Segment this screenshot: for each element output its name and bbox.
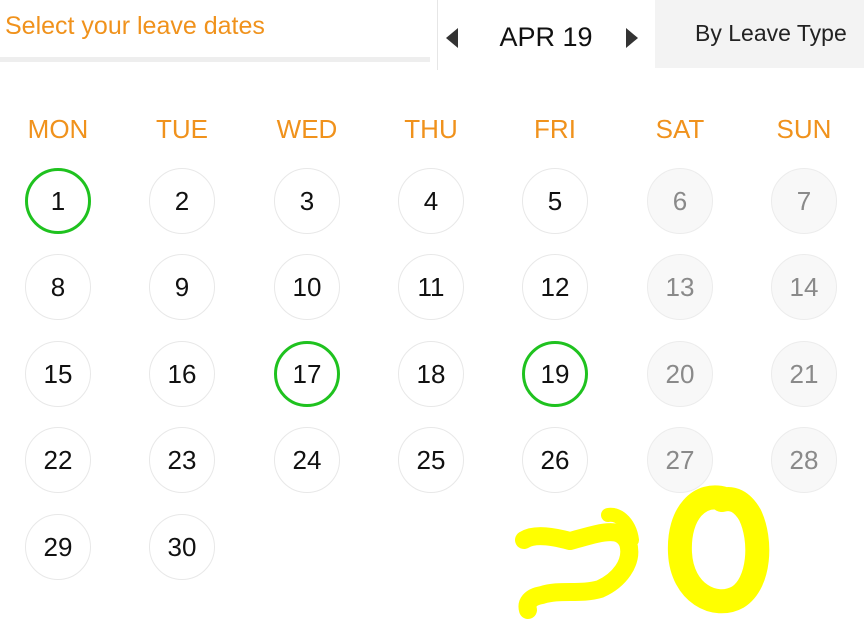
day-17[interactable]: 17 [274,341,340,407]
day-19[interactable]: 19 [522,341,588,407]
day-8[interactable]: 8 [25,254,91,320]
weekday-fri: FRI [534,114,576,144]
leave-dates-input[interactable]: Select your leave dates [0,0,430,62]
day-3[interactable]: 3 [274,168,340,234]
day-28[interactable]: 28 [771,427,837,493]
day-12[interactable]: 12 [522,254,588,320]
day-30[interactable]: 30 [149,514,215,580]
day-13[interactable]: 13 [647,254,713,320]
leave-dates-placeholder: Select your leave dates [5,12,265,40]
day-9[interactable]: 9 [149,254,215,320]
day-27[interactable]: 27 [647,427,713,493]
handwritten-20-annotation [515,485,770,619]
weekday-thu: THU [404,114,458,144]
day-5[interactable]: 5 [522,168,588,234]
day-14[interactable]: 14 [771,254,837,320]
weekday-tue: TUE [156,114,208,144]
day-26[interactable]: 26 [522,427,588,493]
day-20[interactable]: 20 [647,341,713,407]
day-15[interactable]: 15 [25,341,91,407]
day-29[interactable]: 29 [25,514,91,580]
day-7[interactable]: 7 [771,168,837,234]
weekday-sun: SUN [776,114,832,144]
day-6[interactable]: 6 [647,168,713,234]
day-10[interactable]: 10 [274,254,340,320]
month-navigator: APR 19 [437,0,654,70]
day-16[interactable]: 16 [149,341,215,407]
day-18[interactable]: 18 [398,341,464,407]
by-leave-type-label: By Leave Type [695,20,847,46]
day-1[interactable]: 1 [25,168,91,234]
day-21[interactable]: 21 [771,341,837,407]
weekday-mon: MON [27,114,89,144]
day-23[interactable]: 23 [149,427,215,493]
day-25[interactable]: 25 [398,427,464,493]
day-22[interactable]: 22 [25,427,91,493]
month-label: APR 19 [499,22,593,52]
weekday-wed: WED [276,114,338,144]
day-2[interactable]: 2 [149,168,215,234]
day-11[interactable]: 11 [398,254,464,320]
day-24[interactable]: 24 [274,427,340,493]
day-4[interactable]: 4 [398,168,464,234]
chevron-right-icon[interactable] [626,28,638,48]
weekday-sat: SAT [655,114,705,144]
by-leave-type-button[interactable]: By Leave Type [655,0,864,68]
